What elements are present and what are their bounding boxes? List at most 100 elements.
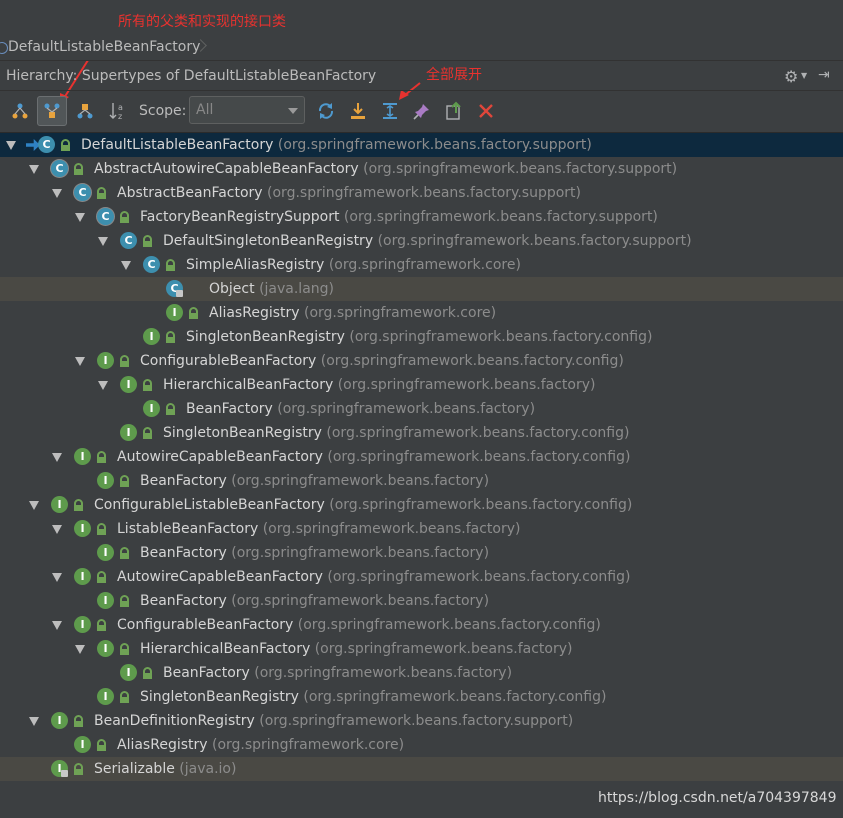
interface-icon: I — [51, 496, 68, 513]
hide-panel-icon[interactable]: ⇥ — [818, 67, 830, 83]
tree-row[interactable]: I BeanFactory (org.springframework.beans… — [0, 661, 843, 685]
expand-arrow-icon[interactable] — [52, 453, 62, 462]
gear-icon[interactable]: ⚙ — [784, 67, 798, 86]
expand-arrow-icon[interactable] — [121, 261, 131, 270]
expand-arrow-icon[interactable] — [75, 357, 85, 366]
tree-node-label: FactoryBeanRegistrySupport (org.springfr… — [140, 209, 658, 225]
close-button[interactable] — [471, 96, 501, 126]
tree-node-label: AutowireCapableBeanFactory (org.springfr… — [117, 569, 631, 585]
expand-arrow-icon[interactable] — [29, 717, 39, 726]
expand-arrow-icon[interactable] — [75, 645, 85, 654]
interface-icon: I — [120, 376, 137, 393]
interface-icon: I — [97, 592, 114, 609]
pin-button[interactable] — [407, 96, 437, 126]
tree-row[interactable]: I AutowireCapableBeanFactory (org.spring… — [0, 565, 843, 589]
tree-row[interactable]: I Serializable (java.io) — [0, 757, 843, 781]
tree-row[interactable]: I AliasRegistry (org.springframework.cor… — [0, 733, 843, 757]
expand-arrow-icon[interactable] — [52, 621, 62, 630]
tree-row[interactable]: I ListableBeanFactory (org.springframewo… — [0, 517, 843, 541]
export-button[interactable] — [439, 96, 469, 126]
expand-all-icon — [383, 103, 397, 119]
class-hierarchy-button[interactable] — [5, 96, 35, 126]
tree-node-label: ListableBeanFactory (org.springframework… — [117, 521, 521, 537]
expand-arrow-icon[interactable] — [98, 237, 108, 246]
public-icon — [189, 307, 198, 319]
tree-node-label: HierarchicalBeanFactory (org.springframe… — [163, 377, 596, 393]
tree-row[interactable]: I HierarchicalBeanFactory (org.springfra… — [0, 373, 843, 397]
tree-row[interactable]: C Object (java.lang) — [0, 277, 843, 301]
tree-row[interactable]: C SimpleAliasRegistry (org.springframewo… — [0, 253, 843, 277]
tree-row[interactable]: I ConfigurableListableBeanFactory (org.s… — [0, 493, 843, 517]
subtypes-button[interactable] — [70, 96, 100, 126]
tree-node-label: ConfigurableBeanFactory (org.springframe… — [117, 617, 601, 633]
tree-row[interactable]: I BeanFactory (org.springframework.beans… — [0, 469, 843, 493]
tree-node-label: DefaultSingletonBeanRegistry (org.spring… — [163, 233, 692, 249]
abstract-class-icon: C — [51, 160, 68, 177]
supertypes-icon — [44, 103, 60, 118]
tree-row[interactable]: I ConfigurableBeanFactory (org.springfra… — [0, 349, 843, 373]
tree-row[interactable]: I BeanDefinitionRegistry (org.springfram… — [0, 709, 843, 733]
expand-arrow-icon[interactable] — [6, 141, 16, 150]
breadcrumb-item[interactable]: DefaultListableBeanFactory — [8, 34, 200, 60]
expand-arrow-icon[interactable] — [29, 501, 39, 510]
breadcrumb: DefaultListableBeanFactory — [0, 34, 843, 61]
sort-alphabetically-button[interactable]: az — [103, 96, 133, 126]
tree-row[interactable]: C AbstractAutowireCapableBeanFactory (or… — [0, 157, 843, 181]
tree-row[interactable]: C DefaultSingletonBeanRegistry (org.spri… — [0, 229, 843, 253]
expand-arrow-icon[interactable] — [52, 573, 62, 582]
public-icon — [97, 739, 106, 751]
chevron-down-icon[interactable]: ▼ — [801, 71, 807, 80]
expand-arrow-icon[interactable] — [98, 381, 108, 390]
public-icon — [120, 691, 129, 703]
tree-node-label: ConfigurableBeanFactory (org.springframe… — [140, 353, 624, 369]
tree-row[interactable]: I BeanFactory (org.springframework.beans… — [0, 589, 843, 613]
tree-row[interactable]: I BeanFactory (org.springframework.beans… — [0, 397, 843, 421]
expand-arrow-icon[interactable] — [75, 213, 85, 222]
expand-arrow-icon[interactable] — [52, 525, 62, 534]
tree-row[interactable]: C FactoryBeanRegistrySupport (org.spring… — [0, 205, 843, 229]
interface-icon: I — [74, 568, 91, 585]
expand-arrow-icon[interactable] — [29, 165, 39, 174]
interface-icon: I — [120, 424, 137, 441]
tree-row[interactable]: I SingletonBeanRegistry (org.springframe… — [0, 421, 843, 445]
interface-icon: I — [74, 616, 91, 633]
tree-node-label: SingletonBeanRegistry (org.springframewo… — [186, 329, 653, 345]
interface-icon: I — [97, 544, 114, 561]
tree-node-label: SingletonBeanRegistry (org.springframewo… — [163, 425, 630, 441]
scope-dropdown[interactable]: All — [189, 96, 305, 124]
tree-row[interactable]: I HierarchicalBeanFactory (org.springfra… — [0, 637, 843, 661]
tree-node-label: ConfigurableListableBeanFactory (org.spr… — [94, 497, 633, 513]
interface-icon: I — [143, 400, 160, 417]
tree-node-label: AliasRegistry (org.springframework.core) — [117, 737, 405, 753]
tree-row[interactable]: I BeanFactory (org.springframework.beans… — [0, 541, 843, 565]
autoscroll-button[interactable] — [343, 96, 373, 126]
expand-arrow-icon[interactable] — [52, 189, 62, 198]
lock-icon — [61, 770, 68, 777]
autoscroll-to-source-icon — [351, 103, 365, 119]
public-icon — [143, 427, 152, 439]
tree-row[interactable]: I SingletonBeanRegistry (org.springframe… — [0, 325, 843, 349]
supertypes-button[interactable] — [37, 96, 67, 126]
tree-node-label: Object (java.lang) — [209, 281, 334, 297]
tree-row[interactable]: I AutowireCapableBeanFactory (org.spring… — [0, 445, 843, 469]
abstract-class-icon: C — [74, 184, 91, 201]
tree-row[interactable]: I ConfigurableBeanFactory (org.springfra… — [0, 613, 843, 637]
svg-text:z: z — [118, 112, 122, 121]
interface-icon: I — [74, 736, 91, 753]
tree-node-label: AbstractBeanFactory (org.springframework… — [117, 185, 581, 201]
public-icon — [143, 667, 152, 679]
expand-all-button[interactable] — [375, 96, 405, 126]
tree-row[interactable]: I AliasRegistry (org.springframework.cor… — [0, 301, 843, 325]
tree-row[interactable]: C DefaultListableBeanFactory (org.spring… — [0, 133, 843, 157]
interface-icon: I — [97, 472, 114, 489]
chevron-down-icon — [288, 108, 298, 114]
refresh-button[interactable] — [311, 96, 341, 126]
hierarchy-toolbar: az Scope: All — [0, 92, 843, 133]
interface-icon: I — [74, 520, 91, 537]
tree-row[interactable]: C AbstractBeanFactory (org.springframewo… — [0, 181, 843, 205]
tree-node-label: SingletonBeanRegistry (org.springframewo… — [140, 689, 607, 705]
interface-icon: I — [97, 352, 114, 369]
public-icon — [97, 187, 106, 199]
tree-row[interactable]: I SingletonBeanRegistry (org.springframe… — [0, 685, 843, 709]
subtypes-icon — [77, 104, 93, 119]
